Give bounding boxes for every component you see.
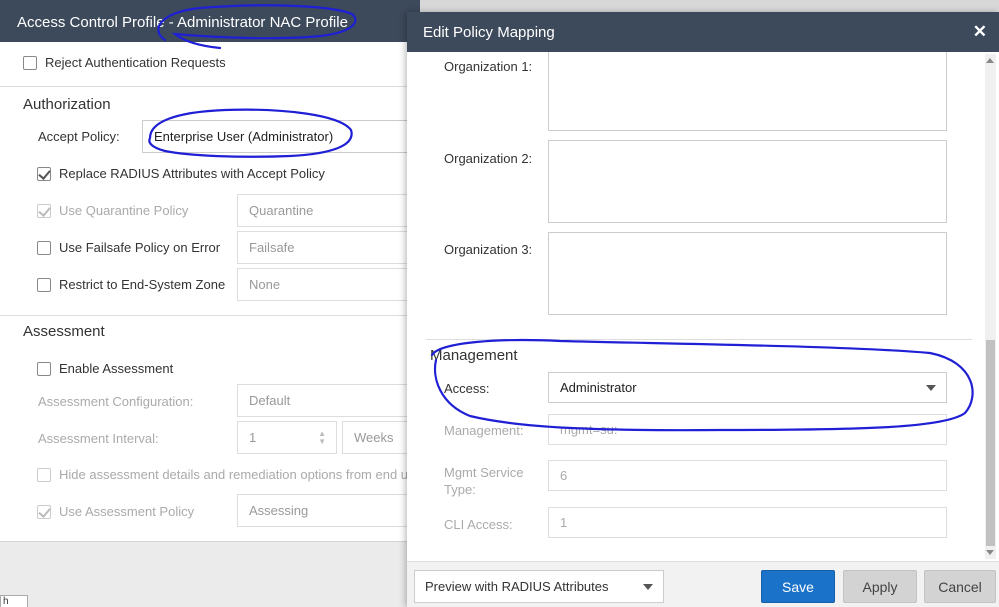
enable-assessment-label: Enable Assessment <box>59 361 174 376</box>
dialog-scrollbar[interactable] <box>985 54 996 559</box>
access-select[interactable]: Administrator <box>548 372 947 403</box>
assessment-section-title: Assessment <box>23 323 105 340</box>
access-value: Administrator <box>560 380 637 395</box>
org3-label: Organization 3: <box>444 242 533 257</box>
chevron-down-icon <box>926 385 936 391</box>
front-dialog-footer: Preview with RADIUS Attributes Save Appl… <box>407 561 999 607</box>
management-label: Management: <box>444 423 524 438</box>
assessment-config-label: Assessment Configuration: <box>38 394 194 409</box>
org2-label: Organization 2: <box>444 151 533 166</box>
use-assessment-policy-checkbox <box>37 504 51 519</box>
org2-textarea[interactable] <box>548 140 947 223</box>
preview-radius-select[interactable]: Preview with RADIUS Attributes <box>414 570 664 603</box>
chevron-down-icon <box>643 584 653 590</box>
restrict-zone-checkbox[interactable] <box>37 277 51 292</box>
org3-textarea[interactable] <box>548 232 947 315</box>
save-button[interactable]: Save <box>761 570 835 603</box>
failsafe-value: Failsafe <box>249 240 295 255</box>
mgmt-service-type-label: Mgmt Service Type: <box>444 465 524 497</box>
front-dialog-titlebar: Edit Policy Mapping ✕ <box>407 12 999 52</box>
enable-assessment-checkbox[interactable] <box>37 361 51 376</box>
scroll-down-icon[interactable] <box>986 550 994 555</box>
zone-value: None <box>249 277 281 292</box>
enable-assessment-row[interactable]: Enable Assessment <box>37 361 173 376</box>
zone-field: None <box>237 268 420 301</box>
restrict-zone-row[interactable]: Restrict to End-System Zone <box>37 277 225 292</box>
use-quarantine-checkbox <box>37 203 51 218</box>
restrict-zone-label: Restrict to End-System Zone <box>59 277 226 292</box>
accept-policy-field[interactable]: Enterprise User (Administrator) <box>142 120 420 153</box>
accept-policy-value: Enterprise User (Administrator) <box>154 129 334 144</box>
access-control-profile-dialog: Access Control Profile - Administrator N… <box>0 0 420 607</box>
apply-button[interactable]: Apply <box>843 570 917 603</box>
scrollbar-thumb[interactable] <box>986 340 995 546</box>
divider <box>426 339 972 340</box>
assessment-config-field: Default <box>237 384 420 417</box>
preview-radius-value: Preview with RADIUS Attributes <box>425 579 609 594</box>
divider <box>0 86 420 87</box>
access-label: Access: <box>444 381 490 396</box>
spinner-icon: ▲ ▼ <box>318 429 326 446</box>
accept-policy-label: Accept Policy: <box>38 129 120 144</box>
reject-auth-checkbox[interactable] <box>23 55 37 70</box>
cli-access-value: 1 <box>560 515 568 530</box>
cli-access-input: 1 <box>548 507 947 538</box>
hide-details-label: Hide assessment details and remediation … <box>59 467 409 482</box>
assessment-interval-label: Assessment Interval: <box>38 431 159 446</box>
back-dialog-title: Access Control Profile - Administrator N… <box>0 0 420 42</box>
front-dialog-title: Edit Policy Mapping <box>423 24 555 41</box>
hide-details-row: Hide assessment details and remediation … <box>37 467 408 482</box>
hide-details-checkbox <box>37 467 51 482</box>
replace-radius-row[interactable]: Replace RADIUS Attributes with Accept Po… <box>37 166 325 181</box>
assessment-policy-field: Assessing <box>237 494 420 527</box>
reject-auth-label: Reject Authentication Requests <box>45 55 226 70</box>
authorization-section-title: Authorization <box>23 96 111 113</box>
back-footer-button-stub[interactable]: h <box>0 595 28 607</box>
use-assessment-policy-label: Use Assessment Policy <box>59 504 195 519</box>
assessment-interval-value: 1 <box>249 430 257 445</box>
edit-policy-mapping-dialog: Edit Policy Mapping ✕ Organization 1: Or… <box>407 12 999 607</box>
cancel-button[interactable]: Cancel <box>924 570 996 603</box>
org1-label: Organization 1: <box>444 59 533 74</box>
failsafe-field: Failsafe <box>237 231 420 264</box>
org1-textarea[interactable] <box>548 52 947 131</box>
assessment-interval-field: 1 ▲ ▼ <box>237 421 337 454</box>
management-value: mgmt=su: <box>560 422 618 437</box>
assessment-unit-value: Weeks <box>354 430 394 445</box>
management-section-title: Management <box>430 347 518 364</box>
reject-auth-row[interactable]: Reject Authentication Requests <box>23 55 226 70</box>
scroll-up-icon[interactable] <box>986 58 994 63</box>
mgmt-service-type-value: 6 <box>560 468 568 483</box>
quarantine-value: Quarantine <box>249 203 314 218</box>
replace-radius-checkbox[interactable] <box>37 166 51 181</box>
use-failsafe-row[interactable]: Use Failsafe Policy on Error <box>37 240 220 255</box>
quarantine-field: Quarantine <box>237 194 420 227</box>
use-assessment-policy-row: Use Assessment Policy <box>37 504 194 519</box>
use-failsafe-label: Use Failsafe Policy on Error <box>59 240 221 255</box>
use-failsafe-checkbox[interactable] <box>37 240 51 255</box>
divider <box>0 315 420 316</box>
close-icon[interactable]: ✕ <box>973 22 987 42</box>
management-input: mgmt=su: <box>548 414 947 445</box>
cli-access-label: CLI Access: <box>444 517 513 532</box>
assessment-policy-value: Assessing <box>249 503 309 518</box>
assessment-config-value: Default <box>249 393 291 408</box>
use-quarantine-label: Use Quarantine Policy <box>59 203 189 218</box>
mgmt-service-type-input: 6 <box>548 460 947 491</box>
replace-radius-label: Replace RADIUS Attributes with Accept Po… <box>59 166 325 181</box>
use-quarantine-row: Use Quarantine Policy <box>37 203 188 218</box>
back-dialog-footer <box>0 541 420 607</box>
